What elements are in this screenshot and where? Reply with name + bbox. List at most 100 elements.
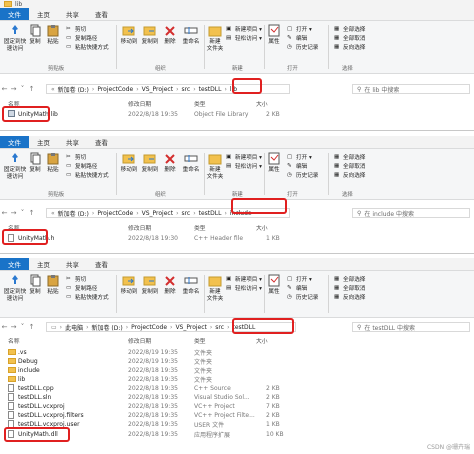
delete-button[interactable]: 删除: [162, 274, 178, 296]
select-all-button[interactable]: ▦ 全部选择: [334, 153, 365, 161]
invert-selection-button[interactable]: ▦ 反向选择: [334, 43, 365, 51]
file-row[interactable]: lib 2022/8/18 19:35 文件夹: [0, 375, 474, 384]
crumb[interactable]: VS_Project: [142, 210, 173, 217]
select-none-button[interactable]: ▦ 全部取消: [334, 284, 365, 292]
crumb[interactable]: 新加卷 (D:): [58, 85, 89, 94]
easy-access-button[interactable]: ▤ 轻松访问 ▾: [226, 162, 262, 170]
up-icon[interactable]: ↑: [27, 323, 36, 331]
tab-view[interactable]: 查看: [87, 8, 116, 20]
column-date[interactable]: 修改日期: [128, 336, 151, 345]
select-all-button[interactable]: ▦ 全部选择: [334, 25, 365, 33]
properties-button[interactable]: 属性: [267, 152, 281, 174]
copy-to-button[interactable]: 复制到: [141, 152, 159, 174]
file-row[interactable]: testDLL.vcxproj.user 2022/8/18 19:35 USER …: [0, 419, 474, 429]
edit-button[interactable]: ✎ 编辑: [287, 162, 307, 170]
properties-button[interactable]: 属性: [267, 274, 281, 296]
forward-icon[interactable]: →: [9, 209, 18, 217]
crumb[interactable]: ProjectCode: [131, 324, 167, 331]
delete-button[interactable]: 删除: [162, 152, 178, 174]
tab-home[interactable]: 主页: [29, 8, 58, 20]
crumb[interactable]: src: [181, 210, 190, 217]
file-row[interactable]: testDLL.cpp 2022/8/18 19:35 C++ Source 2 KB: [0, 383, 474, 393]
crumb[interactable]: testDLL: [199, 210, 222, 217]
pin-quick-access-button[interactable]: 固定到快 速访问: [4, 152, 26, 181]
crumb[interactable]: 新加卷 (D:): [92, 323, 123, 332]
copy-to-button[interactable]: 复制到: [141, 24, 159, 46]
edit-button[interactable]: ✎ 编辑: [287, 284, 307, 292]
column-date[interactable]: 修改日期: [128, 99, 151, 108]
move-to-button[interactable]: 移动到: [120, 24, 138, 46]
tab-home[interactable]: 主页: [29, 136, 58, 148]
file-row[interactable]: UnityMath.h 2022/8/18 19:30 C++ Header f…: [0, 233, 474, 243]
back-icon[interactable]: ←: [0, 323, 9, 331]
invert-selection-button[interactable]: ▦ 反向选择: [334, 293, 365, 301]
tab-file[interactable]: 文件: [0, 136, 29, 148]
tab-share[interactable]: 共享: [58, 136, 87, 148]
new-folder-button[interactable]: 新建 文件夹: [206, 152, 224, 181]
copy-path-button[interactable]: ▭ 复制路径: [66, 284, 97, 292]
forward-icon[interactable]: →: [9, 323, 18, 331]
copy-path-button[interactable]: ▭ 复制路径: [66, 162, 97, 170]
tab-share[interactable]: 共享: [58, 258, 87, 270]
cut-button[interactable]: ✂ 剪切: [66, 25, 86, 33]
crumb[interactable]: 此电脑: [65, 323, 83, 332]
cut-button[interactable]: ✂ 剪切: [66, 153, 86, 161]
rename-button[interactable]: 重命名: [181, 274, 201, 296]
recent-dropdown-icon[interactable]: ˅: [18, 209, 27, 217]
column-type[interactable]: 类型: [194, 223, 206, 232]
select-none-button[interactable]: ▦ 全部取消: [334, 34, 365, 42]
history-button[interactable]: ◷ 历史记录: [287, 171, 318, 179]
up-icon[interactable]: ↑: [27, 209, 36, 217]
copy-to-button[interactable]: 复制到: [141, 274, 159, 296]
properties-button[interactable]: 属性: [267, 24, 281, 46]
search-box[interactable]: ⚲ 在 lib 中搜索: [352, 84, 470, 94]
new-item-button[interactable]: ▣ 新建项目 ▾: [226, 25, 262, 33]
edit-button[interactable]: ✎ 编辑: [287, 34, 307, 42]
open-button[interactable]: ▢ 打开 ▾: [287, 275, 312, 283]
file-row[interactable]: .vs 2022/8/19 19:35 文件夹: [0, 348, 474, 357]
copy-path-button[interactable]: ▭ 复制路径: [66, 34, 97, 42]
new-folder-button[interactable]: 新建 文件夹: [206, 274, 224, 303]
easy-access-button[interactable]: ▤ 轻松访问 ▾: [226, 34, 262, 42]
file-row[interactable]: testDLL.vcxproj 2022/8/18 19:35 VC++ Proje…: [0, 401, 474, 411]
pin-quick-access-button[interactable]: 固定到快 速访问: [4, 24, 26, 53]
crumb[interactable]: src: [181, 86, 190, 93]
paste-shortcut-button[interactable]: ▭ 粘贴快捷方式: [66, 43, 109, 51]
file-row[interactable]: UnityMath.dll 2022/8/18 19:35 应用程序扩展 10 KB: [0, 429, 474, 439]
copy-button[interactable]: 复制: [28, 24, 42, 46]
recent-dropdown-icon[interactable]: ˅: [18, 323, 27, 331]
rename-button[interactable]: 重命名: [181, 152, 201, 174]
crumb[interactable]: VS_Project: [175, 324, 206, 331]
new-item-button[interactable]: ▣ 新建项目 ▾: [226, 275, 262, 283]
file-row[interactable]: UnityMath.lib 2022/8/18 19:35 Object Fil…: [0, 110, 474, 119]
paste-button[interactable]: 粘贴: [46, 274, 60, 296]
back-icon[interactable]: ←: [0, 209, 9, 217]
history-button[interactable]: ◷ 历史记录: [287, 43, 318, 51]
tab-home[interactable]: 主页: [29, 258, 58, 270]
back-icon[interactable]: ←: [0, 85, 9, 93]
copy-button[interactable]: 复制: [28, 152, 42, 174]
open-button[interactable]: ▢ 打开 ▾: [287, 25, 312, 33]
column-date[interactable]: 修改日期: [128, 223, 151, 232]
move-to-button[interactable]: 移动到: [120, 152, 138, 174]
tab-view[interactable]: 查看: [87, 258, 116, 270]
file-row[interactable]: Debug 2022/8/19 19:35 文件夹: [0, 357, 474, 366]
tab-view[interactable]: 查看: [87, 136, 116, 148]
new-item-button[interactable]: ▣ 新建项目 ▾: [226, 153, 262, 161]
column-size[interactable]: 大小: [256, 223, 268, 232]
crumb[interactable]: 新加卷 (D:): [58, 209, 89, 218]
column-name[interactable]: 名称: [8, 336, 20, 345]
select-none-button[interactable]: ▦ 全部取消: [334, 162, 365, 170]
tab-file[interactable]: 文件: [0, 258, 29, 270]
paste-button[interactable]: 粘贴: [46, 24, 60, 46]
forward-icon[interactable]: →: [9, 85, 18, 93]
paste-shortcut-button[interactable]: ▭ 粘贴快捷方式: [66, 293, 109, 301]
move-to-button[interactable]: 移动到: [120, 274, 138, 296]
column-type[interactable]: 类型: [194, 99, 206, 108]
tab-share[interactable]: 共享: [58, 8, 87, 20]
column-type[interactable]: 类型: [194, 336, 206, 345]
file-row[interactable]: include 2022/8/18 19:35 文件夹: [0, 366, 474, 375]
crumb[interactable]: ProjectCode: [97, 86, 133, 93]
easy-access-button[interactable]: ▤ 轻松访问 ▾: [226, 284, 262, 292]
crumb[interactable]: VS_Project: [142, 86, 173, 93]
